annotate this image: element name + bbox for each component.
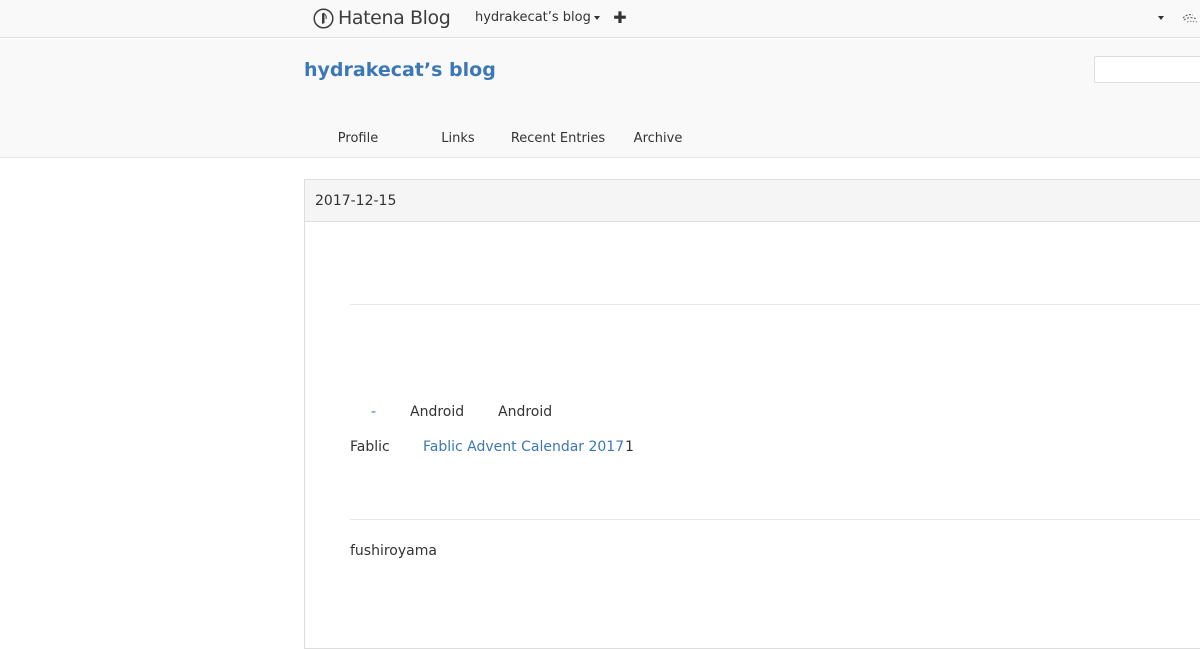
user-menu-chevron-down-icon[interactable] (1158, 16, 1164, 20)
fablic-label: Fablic (350, 439, 390, 455)
avatar-icon (1182, 14, 1198, 23)
nav-item-profile[interactable]: Profile (308, 131, 408, 146)
blog-switcher[interactable]: hydrakecat’s blog (475, 10, 600, 25)
advent-calendar-link[interactable]: Fablic Advent Calendar 2017 (423, 439, 624, 455)
hatena-blog-logo[interactable]: Hatena Blog (313, 6, 451, 30)
search-input[interactable] (1094, 56, 1200, 83)
nav-item-recent-entries[interactable]: Recent Entries (508, 131, 608, 146)
nav-item-links[interactable]: Links (408, 131, 508, 146)
blog-title[interactable]: hydrakecat’s blog (304, 59, 496, 81)
add-entry-button[interactable]: ✚ (612, 9, 628, 27)
divider (350, 304, 1200, 305)
blog-switcher-label: hydrakecat’s blog (475, 10, 591, 25)
nav-item-archive[interactable]: Archive (608, 131, 708, 146)
entry-date[interactable]: 2017-12-15 (315, 193, 396, 209)
android-text-2: Android (498, 404, 553, 420)
author-name[interactable]: fushiroyama (350, 543, 437, 559)
android-text-1: Android (410, 404, 465, 420)
hatena-logo-icon (313, 7, 334, 29)
blog-title-area: hydrakecat’s blog Profile Links Recent E… (0, 39, 1200, 158)
plus-icon: ✚ (613, 8, 627, 27)
avatar[interactable] (1181, 9, 1200, 28)
logo-text: Hatena Blog (338, 7, 451, 29)
divider (350, 519, 1200, 520)
entry-article: 2017-12-15 - Android Android Fablic Fabl… (304, 179, 1200, 649)
chevron-down-icon (593, 15, 600, 20)
advent-suffix: 1 (625, 439, 634, 455)
entry-date-bar: 2017-12-15 (305, 180, 1200, 222)
global-header: Hatena Blog hydrakecat’s blog ✚ (0, 0, 1200, 38)
tag-dash-link[interactable]: - (371, 404, 376, 420)
